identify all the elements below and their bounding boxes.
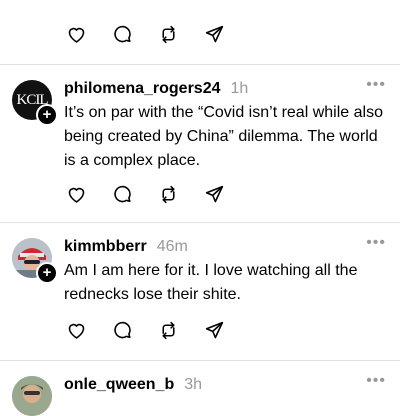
repost-icon (161, 25, 175, 43)
thread-post: onle_qween_b 3h ••• (0, 373, 400, 416)
previous-post-text: nowwwwwww (64, 0, 165, 4)
repost-button[interactable] (156, 22, 180, 46)
username[interactable]: onle_qween_b (64, 376, 174, 394)
avatar-container (12, 376, 52, 416)
share-icon (205, 25, 223, 42)
post-divider (0, 222, 400, 223)
share-icon (205, 321, 223, 338)
comment-icon (113, 321, 131, 338)
heart-icon (68, 187, 84, 203)
post-text: Am I am here for it. I love watching all… (64, 262, 358, 303)
like-button[interactable] (64, 182, 88, 206)
username[interactable]: kimmbberr (64, 238, 147, 256)
repost-button[interactable] (156, 318, 180, 342)
more-icon[interactable]: ••• (366, 235, 386, 251)
comment-icon (113, 185, 131, 202)
reply-button[interactable] (110, 182, 134, 206)
avatar[interactable] (12, 376, 52, 416)
timestamp: 46m (156, 238, 188, 255)
like-button[interactable] (64, 318, 88, 342)
share-button[interactable] (202, 182, 226, 206)
share-button[interactable] (202, 318, 226, 342)
follow-button[interactable]: + (36, 104, 58, 126)
more-icon[interactable]: ••• (366, 373, 386, 389)
post-actions (64, 318, 248, 342)
follow-button[interactable]: + (36, 262, 58, 284)
post-divider (0, 360, 400, 361)
post-header: kimmbberr 46m (64, 238, 188, 256)
post-divider (0, 64, 400, 65)
avatar-container: KCIL + (12, 80, 58, 126)
post-header: onle_qween_b 3h (64, 376, 202, 394)
heart-icon (68, 323, 84, 339)
timestamp: 3h (184, 376, 203, 393)
repost-icon (161, 185, 175, 203)
more-icon[interactable]: ••• (366, 77, 386, 93)
repost-button[interactable] (156, 182, 180, 206)
share-button[interactable] (202, 22, 226, 46)
post-actions (64, 182, 248, 206)
reply-button[interactable] (110, 318, 134, 342)
repost-icon (161, 321, 175, 339)
post-text: It’s on par with the “Covid isn’t real w… (64, 104, 383, 169)
post-header: philomena_rogers24 1h (64, 80, 248, 98)
avatar-container: + (12, 238, 58, 284)
heart-icon (68, 27, 84, 43)
timestamp: 1h (230, 80, 249, 97)
avatar-photo (12, 376, 52, 416)
post-actions (64, 22, 248, 46)
reply-button[interactable] (110, 22, 134, 46)
share-icon (205, 185, 223, 202)
like-button[interactable] (64, 22, 88, 46)
username[interactable]: philomena_rogers24 (64, 80, 221, 98)
comment-icon (113, 25, 131, 42)
